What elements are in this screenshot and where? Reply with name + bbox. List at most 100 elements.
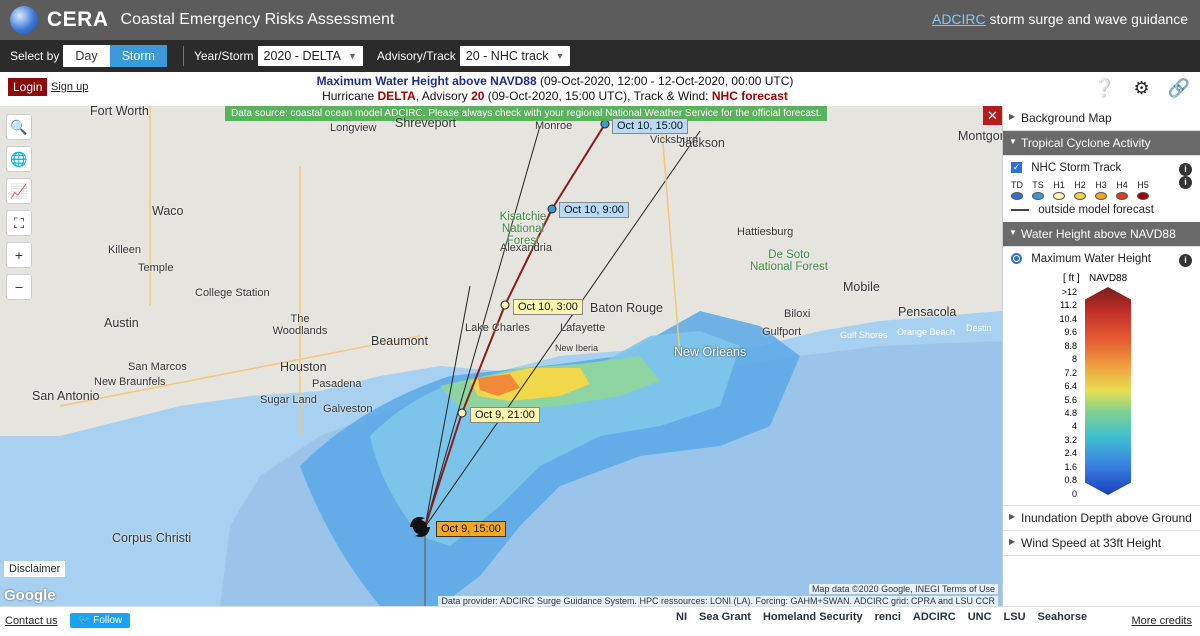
legend-tick-label: 4.8 xyxy=(1064,407,1077,418)
year-storm-select[interactable]: 2020 - DELTA ▼ xyxy=(257,46,363,66)
city-label: New Braunfels xyxy=(94,376,166,388)
city-label: Baton Rouge xyxy=(590,301,663,315)
twitter-follow-button[interactable]: 🐦 Follow xyxy=(70,613,131,628)
fullscreen-icon[interactable]: ⛶ xyxy=(6,210,32,236)
storm-name: DELTA xyxy=(377,89,416,103)
city-label: Longview xyxy=(330,122,377,134)
city-label: Corpus Christi xyxy=(112,531,192,545)
category-label: TD xyxy=(1011,180,1023,190)
info-icon[interactable]: i xyxy=(1179,254,1192,267)
track-label[interactable]: Oct 10, 9:00 xyxy=(559,202,629,218)
sponsor-logo[interactable]: Homeland Security xyxy=(763,611,863,623)
category-dot-icon xyxy=(1053,192,1065,200)
map-title-bar: Login Sign up Maximum Water Height above… xyxy=(0,72,1200,106)
checkbox-checked-icon[interactable]: ✓ xyxy=(1011,162,1022,174)
track-label[interactable]: Oct 9, 15:00 xyxy=(436,521,506,537)
contact-link[interactable]: Contact us xyxy=(5,615,58,627)
legend-unit: [ ft ] xyxy=(1063,273,1080,284)
city-label: Monroe xyxy=(535,120,573,132)
wind-speed-section[interactable]: ▶ Wind Speed at 33ft Height xyxy=(1003,531,1200,556)
city-label: New Orleans xyxy=(674,345,747,359)
legend-tick-label: 1.6 xyxy=(1064,461,1077,472)
globe-icon[interactable]: 🌐 xyxy=(6,146,32,172)
background-map-section[interactable]: ▶ Background Map xyxy=(1003,106,1200,131)
advisory-text: , Advisory xyxy=(415,89,468,103)
city-label: Lake Charles xyxy=(465,322,530,334)
city-label: Sugar Land xyxy=(260,394,317,406)
chevron-right-icon: ▶ xyxy=(1009,537,1016,546)
category-label: TS xyxy=(1032,180,1044,190)
inundation-section[interactable]: ▶ Inundation Depth above Ground xyxy=(1003,505,1200,531)
track-label[interactable]: Oct 9, 21:00 xyxy=(470,407,540,423)
radio-selected-icon[interactable] xyxy=(1011,253,1022,265)
map-canvas[interactable]: Data source: coastal ocean model ADCIRC.… xyxy=(0,106,1002,606)
city-label: Montgor xyxy=(958,129,1002,143)
water-height-section[interactable]: ▼ Water Height above NAVD88 xyxy=(1003,222,1200,247)
more-credits-link[interactable]: More credits xyxy=(1131,615,1192,627)
legend-tick-label: >12 xyxy=(1061,287,1077,297)
city-label: Pasadena xyxy=(312,378,362,390)
city-label: Beaumont xyxy=(371,334,428,348)
category-td: TD xyxy=(1011,180,1023,200)
track-label[interactable]: Oct 10, 3:00 xyxy=(513,299,583,315)
legend-tick-label: 4 xyxy=(1071,421,1077,432)
city-label: Temple xyxy=(138,262,174,274)
advisory-select[interactable]: 20 - NHC track ▼ xyxy=(459,46,571,66)
legend-tick-label: 8 xyxy=(1071,354,1077,365)
tropical-cyclone-section[interactable]: ▼ Tropical Cyclone Activity xyxy=(1003,131,1200,156)
sponsor-logo[interactable]: Seahorse xyxy=(1038,611,1088,623)
adcirc-link[interactable]: ADCIRC xyxy=(932,11,986,27)
select-by-label: Select by xyxy=(10,49,60,63)
legend-tick-label: 0 xyxy=(1071,488,1077,499)
nhc-track-toggle[interactable]: ✓ NHC Storm Track i xyxy=(1003,156,1200,180)
sponsor-logo[interactable]: UNC xyxy=(968,611,992,623)
city-label: Houston xyxy=(280,360,327,374)
map-title-line2: Hurricane DELTA, Advisory 20 (09-Oct-202… xyxy=(0,89,1110,103)
zoom-out-button[interactable]: − xyxy=(6,274,32,300)
legend-values: >12 11.2 10.4 9.6 8.8 8 7.2 6.4 5.6 4.8 4 3.2 2.4 1.6… xyxy=(1053,287,1077,502)
close-icon[interactable]: ✕ xyxy=(983,106,1002,125)
storm-button[interactable]: Storm xyxy=(109,45,167,67)
sponsor-logo[interactable]: LSU xyxy=(1004,611,1026,623)
day-button[interactable]: Day xyxy=(63,45,110,67)
category-h3: H3 xyxy=(1095,180,1107,200)
sponsor-logo[interactable]: renci xyxy=(875,611,901,623)
max-water-height-option[interactable]: Maximum Water Height i xyxy=(1003,247,1200,271)
sponsor-logo[interactable]: NI xyxy=(676,611,687,623)
zoom-in-button[interactable]: + xyxy=(6,242,32,268)
sponsor-logo[interactable]: Sea Grant xyxy=(699,611,751,623)
section-label: Background Map xyxy=(1021,111,1112,125)
gear-icon[interactable]: ⚙ xyxy=(1133,78,1149,99)
storm-type: Hurricane xyxy=(322,89,375,103)
cera-logo-icon[interactable] xyxy=(10,6,38,34)
category-dot-icon xyxy=(1116,192,1128,200)
link-icon[interactable]: 🔗 xyxy=(1168,78,1190,99)
section-label: Tropical Cyclone Activity xyxy=(1021,136,1151,150)
map-title-line1: Maximum Water Height above NAVD88 (09-Oc… xyxy=(0,74,1110,88)
sponsor-logos: NI Sea Grant Homeland Security renci ADCIRC U… xyxy=(676,611,1087,623)
app-subtitle: Coastal Emergency Risks Assessment xyxy=(120,11,395,28)
city-label: Jackson xyxy=(679,136,725,150)
chevron-down-icon: ▼ xyxy=(1009,228,1017,237)
legend-tick-label: 9.6 xyxy=(1064,327,1077,338)
top-icons: ❔ ⚙ 🔗 xyxy=(1093,78,1190,99)
brand-name[interactable]: CERA xyxy=(47,8,109,32)
city-label: Destin xyxy=(966,323,992,333)
section-label: Wind Speed at 33ft Height xyxy=(1021,536,1162,550)
city-label: Gulf Shores xyxy=(840,330,888,340)
sponsor-logo[interactable]: ADCIRC xyxy=(913,611,956,623)
legend-tick-label: 5.6 xyxy=(1064,394,1077,405)
dashed-line-icon xyxy=(1011,208,1029,211)
data-source-banner: Data source: coastal ocean model ADCIRC.… xyxy=(225,106,828,121)
city-label: Shreveport xyxy=(395,116,457,130)
info-icon[interactable]: i xyxy=(1179,176,1192,189)
info-icon[interactable]: i xyxy=(1179,163,1192,176)
map-attribution[interactable]: Map data ©2020 Google, INEGI Terms of Us… xyxy=(808,584,998,594)
data-provider-text: Data provider: ADCIRC Surge Guidance Sys… xyxy=(438,596,998,606)
disclaimer-button[interactable]: Disclaimer xyxy=(4,561,66,577)
track-label[interactable]: Oct 10, 15:00 xyxy=(612,118,689,134)
help-icon[interactable]: ❔ xyxy=(1093,78,1115,99)
category-label: H1 xyxy=(1053,180,1065,190)
chart-icon[interactable]: 📈 xyxy=(6,178,32,204)
search-icon[interactable]: 🔍 xyxy=(6,114,32,140)
